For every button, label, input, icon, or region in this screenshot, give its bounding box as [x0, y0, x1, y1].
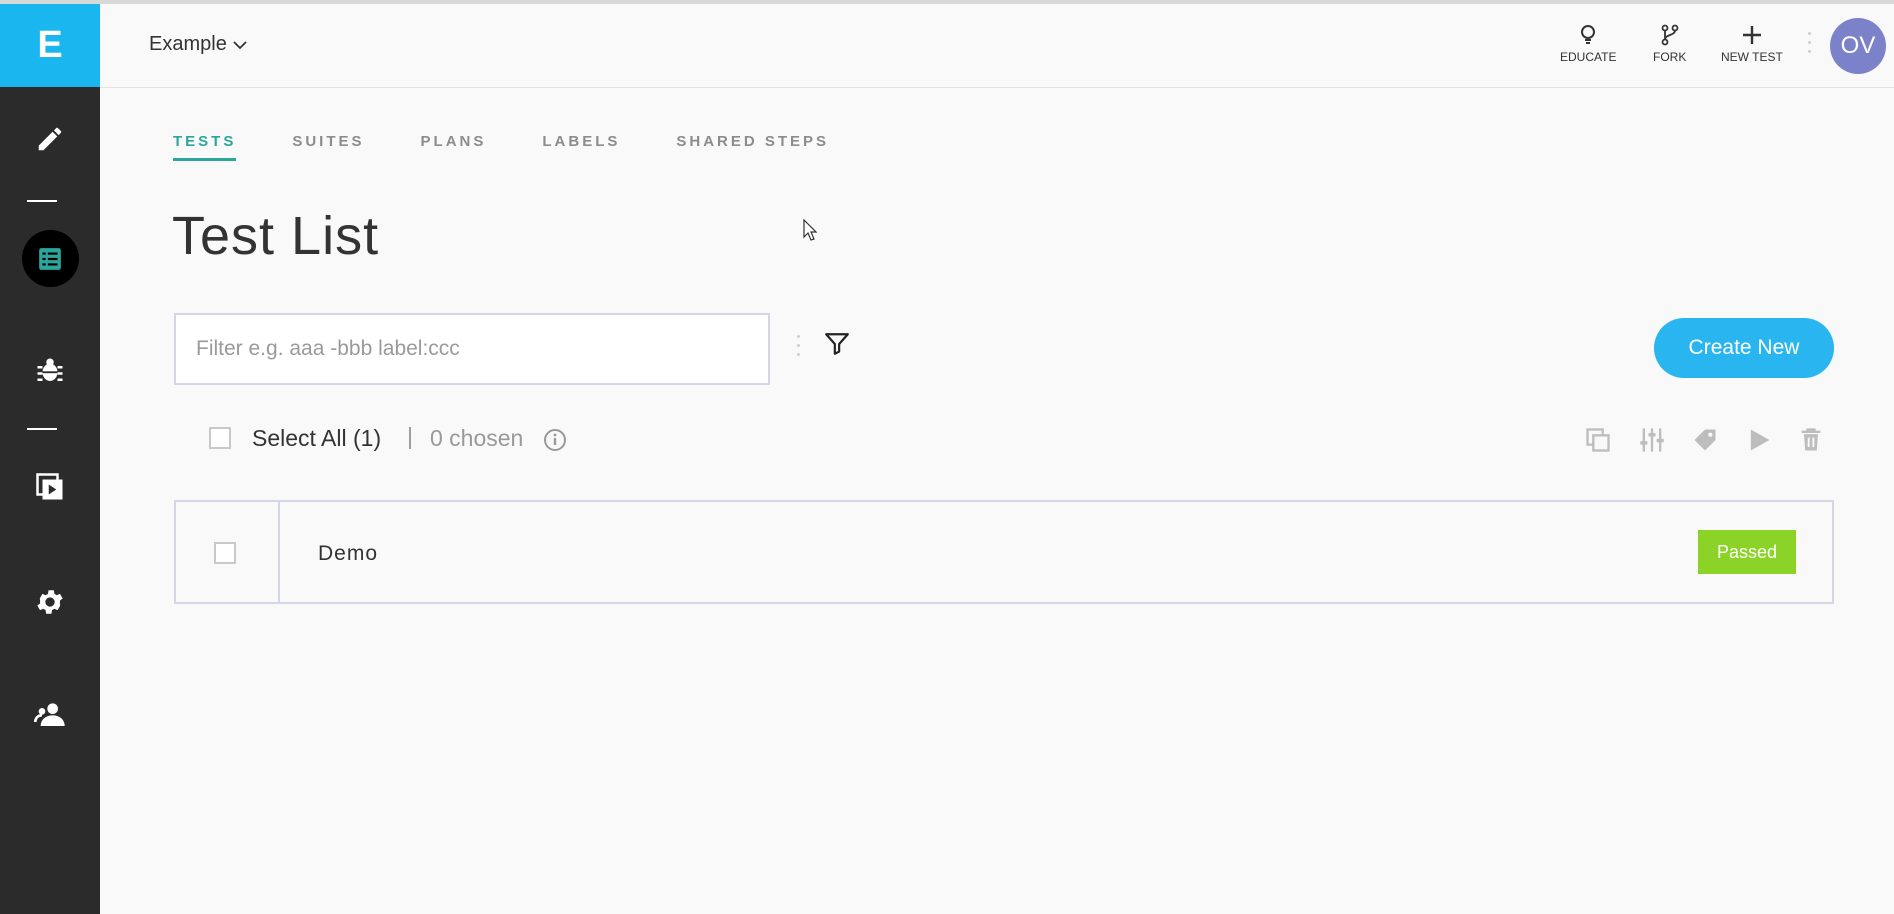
- delete-button[interactable]: [1797, 426, 1825, 459]
- app-logo[interactable]: E: [0, 4, 100, 87]
- tab-labels[interactable]: LABELS: [542, 133, 620, 161]
- educate-button[interactable]: EDUCATE: [1560, 24, 1616, 64]
- sidebar: E: [0, 4, 100, 914]
- select-all-checkbox[interactable]: [209, 427, 231, 449]
- project-name: Example: [149, 33, 227, 55]
- sidebar-separator: [27, 428, 57, 430]
- fork-label: FORK: [1653, 50, 1687, 64]
- top-header: Example EDUCATE FORK NEW TEST OV: [100, 4, 1894, 88]
- pencil-icon: [38, 127, 62, 151]
- bug-icon: [37, 358, 63, 381]
- avatar[interactable]: OV: [1830, 18, 1886, 74]
- label-button[interactable]: [1691, 426, 1719, 459]
- row-checkbox[interactable]: [214, 542, 236, 564]
- sidebar-item-bugs[interactable]: [0, 356, 100, 386]
- create-new-button[interactable]: Create New: [1654, 318, 1834, 378]
- team-icon: [34, 703, 65, 726]
- plus-icon: [1742, 26, 1761, 44]
- tab-plans[interactable]: PLANS: [421, 133, 487, 161]
- play-icon: [1750, 429, 1770, 451]
- test-list-icon: [39, 247, 61, 270]
- run-button[interactable]: [1745, 426, 1773, 459]
- filter-divider-dots: [797, 335, 800, 362]
- tab-tests[interactable]: TESTS: [173, 133, 237, 161]
- test-name[interactable]: Demo: [318, 542, 378, 566]
- selection-separator: |: [407, 423, 413, 449]
- suite-run-icon: [36, 473, 63, 500]
- header-divider-dots: [1808, 32, 1812, 59]
- new-test-label: NEW TEST: [1721, 50, 1783, 64]
- bulk-edit-button[interactable]: [1638, 426, 1666, 459]
- page-title: Test List: [172, 206, 380, 266]
- tab-suites[interactable]: SUITES: [292, 133, 364, 161]
- sidebar-item-edit[interactable]: [0, 124, 100, 154]
- active-indicator: [21, 230, 79, 287]
- fork-icon: [1661, 24, 1679, 46]
- chevron-down-icon: [233, 40, 247, 49]
- sidebar-separator: [27, 200, 57, 202]
- trash-icon: [1801, 428, 1821, 451]
- duplicate-button[interactable]: [1584, 426, 1612, 459]
- project-selector[interactable]: Example: [149, 33, 247, 56]
- filter-input[interactable]: [174, 313, 770, 385]
- sliders-icon: [1640, 428, 1664, 452]
- sidebar-item-settings[interactable]: [0, 586, 100, 618]
- lightbulb-icon: [1581, 25, 1596, 44]
- table-row-checkbox-cell: [176, 502, 280, 602]
- duplicate-icon: [1586, 428, 1610, 452]
- status-badge: Passed: [1698, 530, 1796, 574]
- tab-shared-steps[interactable]: SHARED STEPS: [676, 133, 829, 161]
- chosen-count: 0 chosen: [430, 425, 524, 451]
- select-all-label[interactable]: Select All (1): [252, 425, 381, 452]
- new-test-button[interactable]: NEW TEST: [1721, 24, 1783, 64]
- sidebar-item-runs[interactable]: [0, 472, 100, 502]
- gear-icon: [37, 590, 63, 614]
- tag-icon: [1694, 429, 1716, 451]
- section-tabs: TESTS SUITES PLANS LABELS SHARED STEPS: [173, 133, 885, 161]
- sidebar-item-team[interactable]: [0, 698, 100, 730]
- fork-button[interactable]: FORK: [1653, 24, 1686, 64]
- info-icon[interactable]: [543, 428, 567, 457]
- sidebar-item-tests[interactable]: [0, 230, 100, 287]
- test-table: Demo Passed: [174, 500, 1834, 604]
- funnel-icon: [825, 333, 849, 355]
- filter-button[interactable]: [824, 331, 850, 362]
- educate-label: EDUCATE: [1560, 50, 1617, 64]
- mouse-cursor: [803, 218, 818, 246]
